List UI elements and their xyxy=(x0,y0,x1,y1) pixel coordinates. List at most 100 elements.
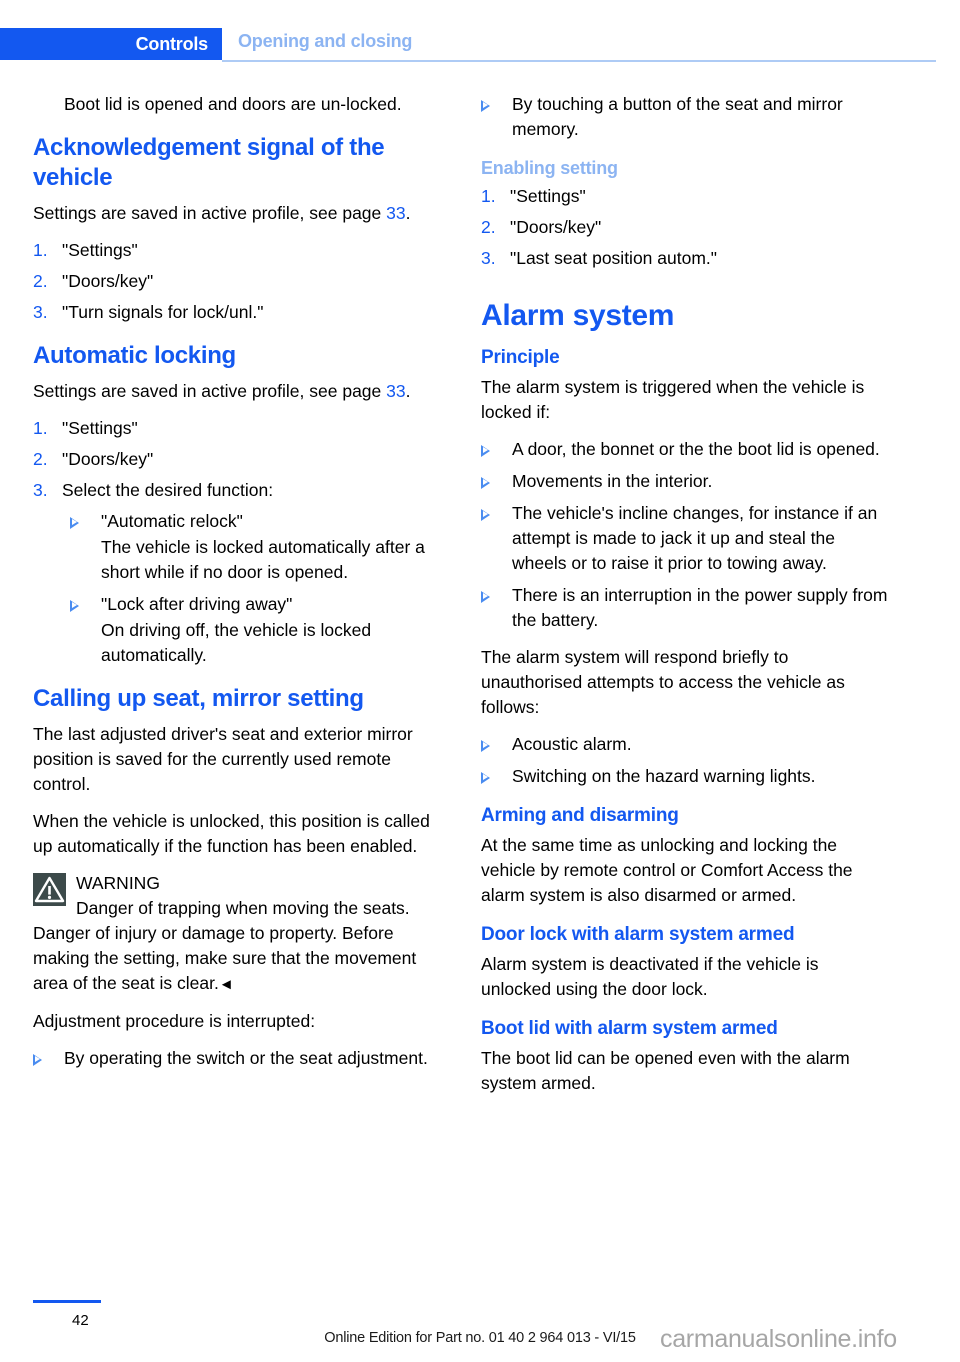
autolock-intro-paragraph: Settings are saved in active profile, se… xyxy=(33,379,445,404)
autolock-intro-before: Settings are saved in active profile, se… xyxy=(33,381,387,401)
page-reference-link[interactable]: 33 xyxy=(386,381,405,401)
list-item: 2. "Doors/key" xyxy=(481,215,893,240)
right-column: By touching a button of the seat and mir… xyxy=(481,92,893,1108)
option-title: "Lock after driving away" xyxy=(101,594,293,614)
option-description: The vehicle is locked automatically afte… xyxy=(101,537,425,582)
boot-lid-text: The boot lid can be opened even with the… xyxy=(481,1048,850,1093)
step-marker: 3. xyxy=(33,302,48,322)
step-marker: 1. xyxy=(33,418,48,438)
list-item: 2. "Doors/key" xyxy=(33,447,445,472)
option-title: "Automatic relock" xyxy=(101,511,243,531)
heading-enabling-setting: Enabling setting xyxy=(481,158,618,178)
triangle-bullet-icon xyxy=(481,477,490,489)
list-item: 2. "Doors/key" xyxy=(33,269,445,294)
heading-arming-and-disarming: Arming and disarming xyxy=(481,805,679,826)
list-item: 1. "Settings" xyxy=(33,238,445,263)
alarm-trigger-list: A door, the bonnet or the the boot lid i… xyxy=(481,437,893,633)
header-rule xyxy=(222,60,936,62)
autolock-options-list: "Automatic relock" The vehicle is locked… xyxy=(33,509,445,668)
step-label: "Settings" xyxy=(510,186,586,206)
step-marker: 3. xyxy=(33,480,48,500)
header-chapter-box: Controls xyxy=(0,28,222,60)
calling-paragraph-1: The last adjusted driver's seat and exte… xyxy=(33,724,413,794)
enabling-steps-list: 1. "Settings" 2. "Doors/key" 3. "Last se… xyxy=(481,184,893,271)
list-item: By touching a button of the seat and mir… xyxy=(481,92,893,142)
trigger-item-text: A door, the bonnet or the the boot lid i… xyxy=(512,439,880,459)
step-marker: 2. xyxy=(33,449,48,469)
list-item: 3. "Last seat position autom." xyxy=(481,246,893,271)
step-marker: 1. xyxy=(33,240,48,260)
step-label: "Settings" xyxy=(62,240,138,260)
interrupt-list-right: By touching a button of the seat and mir… xyxy=(481,92,893,142)
autolock-steps-list: 1. "Settings" 2. "Doors/key" 3. Select t… xyxy=(33,416,445,503)
triangle-bullet-icon xyxy=(33,1054,42,1066)
response-item-text: Switching on the hazard warning lights. xyxy=(512,766,816,786)
heading-alarm-system: Alarm system xyxy=(481,299,675,332)
step-label: "Turn signals for lock/unl." xyxy=(62,302,264,322)
list-item: The vehicle's incline changes, for insta… xyxy=(481,501,893,576)
heading-calling-up-seat-mirror: Calling up seat, mirror setting xyxy=(33,685,364,712)
list-item: 1. "Settings" xyxy=(33,416,445,441)
interrupt-list-left: By operating the switch or the seat adju… xyxy=(33,1046,445,1071)
header-chapter-label: Controls xyxy=(135,33,209,54)
list-item: 1. "Settings" xyxy=(481,184,893,209)
step-label: "Doors/key" xyxy=(62,271,154,291)
step-label: "Doors/key" xyxy=(510,217,602,237)
step-label: "Last seat position autom." xyxy=(510,248,717,268)
ack-intro-paragraph: Settings are saved in active profile, se… xyxy=(33,201,445,226)
triangle-bullet-icon xyxy=(70,517,79,529)
calling-paragraph-2: When the vehicle is unlocked, this posit… xyxy=(33,811,430,856)
list-item: "Automatic relock" The vehicle is locked… xyxy=(70,509,445,585)
arming-text: At the same time as unlocking and lockin… xyxy=(481,835,853,905)
step-marker: 1. xyxy=(481,186,496,206)
triangle-bullet-icon xyxy=(481,100,490,112)
warning-triangle-icon xyxy=(33,873,66,906)
triangle-bullet-icon xyxy=(481,445,490,457)
heading-principle: Principle xyxy=(481,347,560,368)
triangle-bullet-icon xyxy=(481,591,490,603)
warning-block: WARNING Danger of trapping when moving t… xyxy=(33,871,445,997)
page-number: 42 xyxy=(72,1312,89,1329)
list-item: By operating the switch or the seat adju… xyxy=(33,1046,445,1071)
ack-steps-list: 1. "Settings" 2. "Doors/key" 3. "Turn si… xyxy=(33,238,445,325)
header-section-label: Opening and closing xyxy=(238,31,413,51)
list-item: Movements in the interior. xyxy=(481,469,893,494)
warning-label: WARNING xyxy=(76,873,160,893)
trigger-item-text: The vehicle's incline changes, for insta… xyxy=(512,503,878,573)
heading-door-lock-with-alarm-armed: Door lock with alarm system armed xyxy=(481,924,795,945)
list-item: Acoustic alarm. xyxy=(481,732,893,757)
list-item: A door, the bonnet or the the boot lid i… xyxy=(481,437,893,462)
response-item-text: Acoustic alarm. xyxy=(512,734,632,754)
ack-intro-before: Settings are saved in active profile, se… xyxy=(33,203,387,223)
list-item: "Lock after driving away" On driving off… xyxy=(70,592,445,668)
list-item: Switching on the hazard warning lights. xyxy=(481,764,893,789)
step-label: Select the desired function: xyxy=(62,480,274,500)
alarm-response-list: Acoustic alarm. Switching on the hazard … xyxy=(481,732,893,789)
alarm-response-intro: The alarm system will respond briefly to… xyxy=(481,647,845,717)
list-item: 3. Select the desired function: xyxy=(33,478,445,503)
ack-intro-after: . xyxy=(405,203,411,223)
step-label: "Settings" xyxy=(62,418,138,438)
triangle-bullet-icon xyxy=(70,600,79,612)
continued-list: Boot lid is opened and doors are un-lock… xyxy=(33,92,445,117)
page-header: Controls Opening and closing xyxy=(0,28,960,62)
step-marker: 2. xyxy=(33,271,48,291)
heading-acknowledgement-signal: Acknowledgement signal of the vehicle xyxy=(33,134,385,191)
heading-boot-lid-with-alarm-armed: Boot lid with alarm system armed xyxy=(481,1018,778,1039)
list-item: There is an interruption in the power su… xyxy=(481,583,893,633)
trigger-item-text: Movements in the interior. xyxy=(512,471,713,491)
principle-intro: The alarm system is triggered when the v… xyxy=(481,377,865,422)
warning-end-marker: ◄ xyxy=(218,976,234,993)
list-item: Boot lid is opened and doors are un-lock… xyxy=(33,92,445,117)
triangle-bullet-icon xyxy=(481,772,490,784)
option-description: On driving off, the vehicle is locked au… xyxy=(101,620,372,665)
watermark: carmanualsonline.info xyxy=(660,1325,897,1353)
calling-paragraph-3: Adjustment procedure is interrupted: xyxy=(33,1011,316,1031)
page-reference-link[interactable]: 33 xyxy=(386,203,405,223)
heading-automatic-locking: Automatic locking xyxy=(33,342,236,369)
left-column: Boot lid is opened and doors are un-lock… xyxy=(33,92,445,1083)
autolock-intro-after: . xyxy=(405,381,411,401)
list-item: 3. "Turn signals for lock/unl." xyxy=(33,300,445,325)
footer-rule xyxy=(33,1300,101,1303)
door-lock-text: Alarm system is deactivated if the vehic… xyxy=(481,954,819,999)
